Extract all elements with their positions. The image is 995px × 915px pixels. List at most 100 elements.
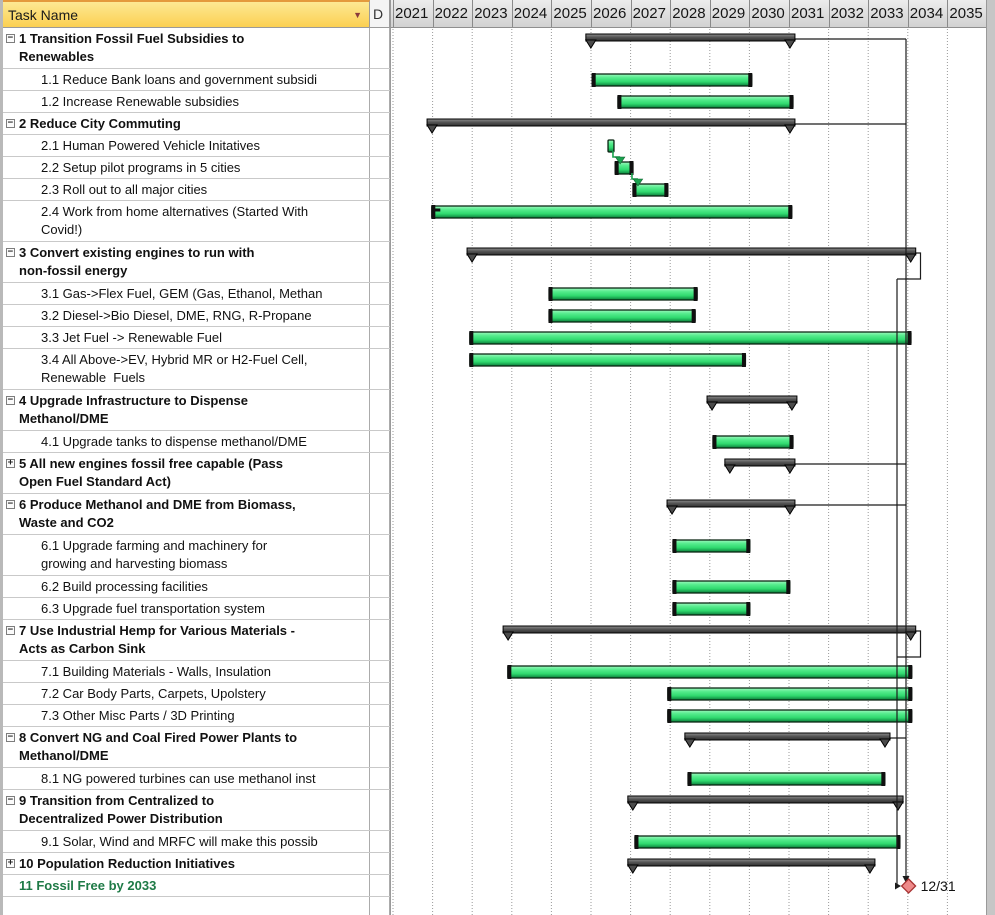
- task-bar[interactable]: [470, 332, 911, 344]
- task-bar[interactable]: [673, 581, 790, 593]
- duration-cell[interactable]: [370, 135, 390, 156]
- duration-cell[interactable]: [370, 598, 390, 619]
- outline-minus-icon[interactable]: −: [6, 34, 15, 43]
- duration-cell[interactable]: [370, 576, 390, 597]
- task-name-cell[interactable]: 3.3 Jet Fuel -> Renewable Fuel: [3, 327, 370, 348]
- milestone-diamond[interactable]: [902, 879, 916, 893]
- duration-cell[interactable]: [370, 283, 390, 304]
- task-bar[interactable]: [432, 206, 792, 218]
- task-name-cell[interactable]: 1.2 Increase Renewable subsidies: [3, 91, 370, 112]
- task-name-cell[interactable]: 6.2 Build processing facilities: [3, 576, 370, 597]
- duration-cell[interactable]: [370, 875, 390, 896]
- vertical-scrollbar[interactable]: [986, 0, 995, 915]
- summary-bar[interactable]: [667, 500, 795, 507]
- duration-cell[interactable]: [370, 790, 390, 830]
- task-name-cell[interactable]: 7.1 Building Materials - Walls, Insulati…: [3, 661, 370, 682]
- duration-cell[interactable]: [370, 179, 390, 200]
- outline-minus-icon[interactable]: −: [6, 396, 15, 405]
- task-name-cell[interactable]: 9.1 Solar, Wind and MRFC will make this …: [3, 831, 370, 852]
- task-name-cell[interactable]: 6.1 Upgrade farming and machinery for gr…: [3, 535, 370, 575]
- duration-cell[interactable]: [370, 853, 390, 874]
- task-name-cell[interactable]: 2.2 Setup pilot programs in 5 cities: [3, 157, 370, 178]
- duration-cell[interactable]: [370, 431, 390, 452]
- duration-cell[interactable]: [370, 620, 390, 660]
- task-bar[interactable]: [549, 288, 697, 300]
- task-name-cell[interactable]: −1 Transition Fossil Fuel Subsidies to R…: [3, 28, 370, 68]
- task-bar[interactable]: [673, 540, 750, 552]
- duration-cell[interactable]: [370, 705, 390, 726]
- outline-minus-icon[interactable]: −: [6, 500, 15, 509]
- duration-cell[interactable]: [370, 327, 390, 348]
- task-bar[interactable]: [615, 162, 633, 174]
- outline-minus-icon[interactable]: −: [6, 733, 15, 742]
- task-name-cell[interactable]: 8.1 NG powered turbines can use methanol…: [3, 768, 370, 789]
- task-bar[interactable]: [668, 710, 912, 722]
- task-name-cell[interactable]: 4.1 Upgrade tanks to dispense methanol/D…: [3, 431, 370, 452]
- task-name-cell[interactable]: −6 Produce Methanol and DME from Biomass…: [3, 494, 370, 534]
- task-name-cell[interactable]: 3.1 Gas->Flex Fuel, GEM (Gas, Ethanol, M…: [3, 283, 370, 304]
- task-bar[interactable]: [635, 836, 900, 848]
- duration-cell[interactable]: [370, 157, 390, 178]
- task-name-cell[interactable]: +5 All new engines fossil free capable (…: [3, 453, 370, 493]
- duration-cell[interactable]: [370, 768, 390, 789]
- summary-bar[interactable]: [685, 733, 890, 740]
- task-name-cell[interactable]: −7 Use Industrial Hemp for Various Mater…: [3, 620, 370, 660]
- task-bar[interactable]: [608, 140, 614, 152]
- task-bar[interactable]: [592, 74, 752, 86]
- task-bar[interactable]: [713, 436, 793, 448]
- summary-bar[interactable]: [707, 396, 797, 403]
- duration-cell[interactable]: [370, 69, 390, 90]
- summary-bar[interactable]: [725, 459, 795, 466]
- duration-cell[interactable]: [370, 727, 390, 767]
- outline-minus-icon[interactable]: −: [6, 248, 15, 257]
- duration-cell[interactable]: [370, 28, 390, 68]
- task-bar[interactable]: [633, 184, 668, 196]
- task-name-cell[interactable]: −2 Reduce City Commuting: [3, 113, 370, 134]
- task-name-cell[interactable]: 3.4 All Above->EV, Hybrid MR or H2-Fuel …: [3, 349, 370, 389]
- duration-cell[interactable]: [370, 661, 390, 682]
- task-name-cell[interactable]: 7.3 Other Misc Parts / 3D Printing: [3, 705, 370, 726]
- summary-bar[interactable]: [628, 796, 903, 803]
- summary-bar[interactable]: [427, 119, 795, 126]
- task-bar[interactable]: [549, 310, 695, 322]
- duration-cell[interactable]: [370, 453, 390, 493]
- task-bar[interactable]: [688, 773, 885, 785]
- task-name-cell[interactable]: −4 Upgrade Infrastructure to Dispense Me…: [3, 390, 370, 430]
- task-name-cell[interactable]: 1.1 Reduce Bank loans and government sub…: [3, 69, 370, 90]
- outline-minus-icon[interactable]: −: [6, 119, 15, 128]
- task-name-cell[interactable]: +10 Population Reduction Initiatives: [3, 853, 370, 874]
- duration-cell[interactable]: [370, 349, 390, 389]
- task-name-cell[interactable]: −8 Convert NG and Coal Fired Power Plant…: [3, 727, 370, 767]
- task-bar[interactable]: [618, 96, 793, 108]
- duration-cell[interactable]: [370, 201, 390, 241]
- duration-cell[interactable]: [370, 242, 390, 282]
- task-name-cell[interactable]: −3 Convert existing engines to run with …: [3, 242, 370, 282]
- outline-minus-icon[interactable]: −: [6, 796, 15, 805]
- summary-bar[interactable]: [503, 626, 916, 633]
- duration-cell[interactable]: [370, 683, 390, 704]
- duration-cell[interactable]: [370, 494, 390, 534]
- duration-cell[interactable]: [370, 390, 390, 430]
- task-bar[interactable]: [470, 354, 746, 366]
- summary-bar[interactable]: [628, 859, 875, 866]
- task-name-cell[interactable]: 2.4 Work from home alternatives (Started…: [3, 201, 370, 241]
- task-name-cell[interactable]: 3.2 Diesel->Bio Diesel, DME, RNG, R-Prop…: [3, 305, 370, 326]
- task-name-cell[interactable]: 11 Fossil Free by 2033: [3, 875, 370, 896]
- summary-bar[interactable]: [586, 34, 795, 41]
- outline-plus-icon[interactable]: +: [6, 859, 15, 868]
- task-name-column-header[interactable]: Task Name ▼: [3, 0, 370, 28]
- task-bar[interactable]: [508, 666, 912, 678]
- task-name-cell[interactable]: −9 Transition from Centralized to Decent…: [3, 790, 370, 830]
- task-name-cell[interactable]: 6.3 Upgrade fuel transportation system: [3, 598, 370, 619]
- outline-minus-icon[interactable]: −: [6, 626, 15, 635]
- duration-cell[interactable]: [370, 91, 390, 112]
- task-name-cell[interactable]: 2.1 Human Powered Vehicle Initatives: [3, 135, 370, 156]
- duration-cell[interactable]: [370, 113, 390, 134]
- task-bar[interactable]: [668, 688, 912, 700]
- task-name-cell[interactable]: 7.2 Car Body Parts, Carpets, Upolstery: [3, 683, 370, 704]
- task-bar[interactable]: [673, 603, 750, 615]
- duration-column-header[interactable]: D: [370, 0, 390, 28]
- filter-dropdown-icon[interactable]: ▼: [353, 10, 362, 20]
- task-name-cell[interactable]: 2.3 Roll out to all major cities: [3, 179, 370, 200]
- summary-bar[interactable]: [467, 248, 916, 255]
